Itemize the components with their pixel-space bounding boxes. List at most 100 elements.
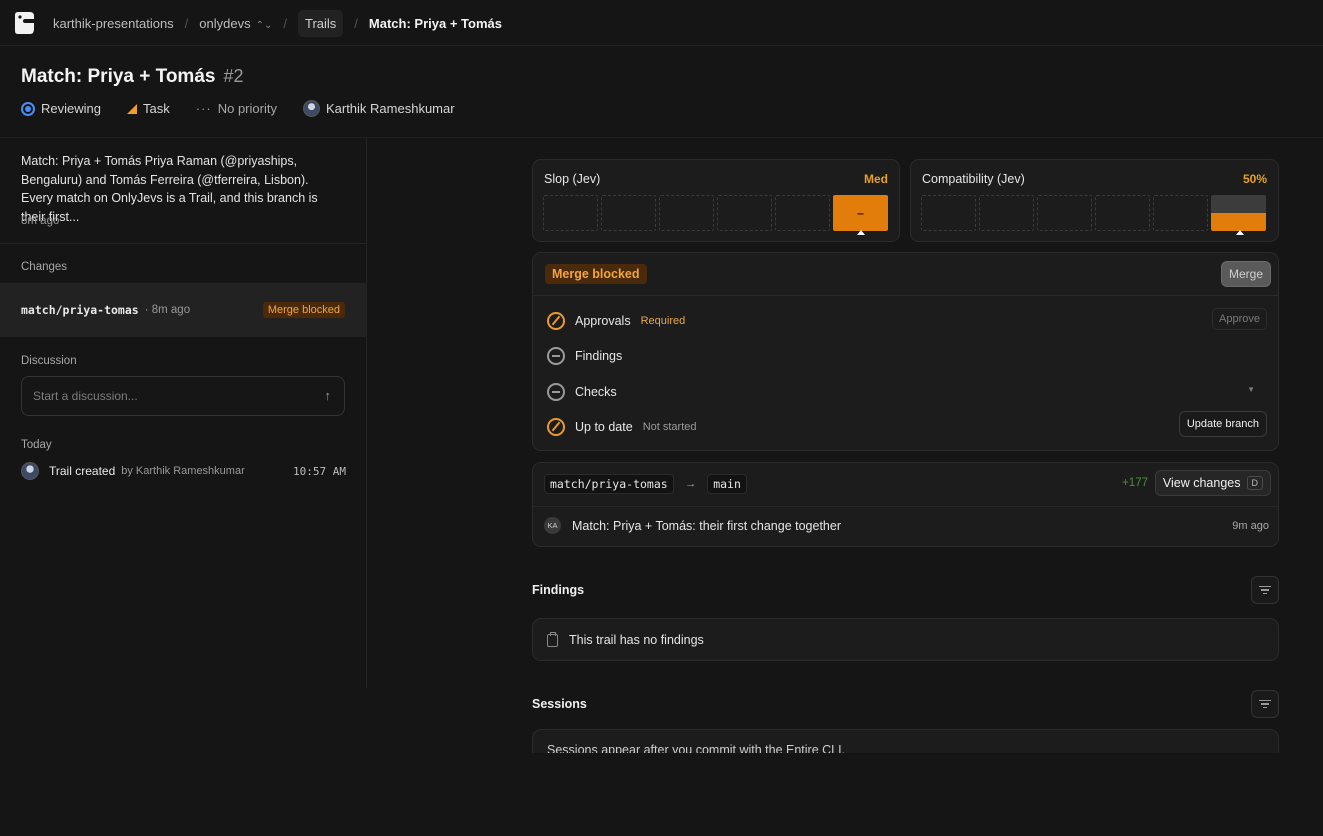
status-selector[interactable]: Reviewing xyxy=(21,101,101,116)
requirement-findings: Findings xyxy=(547,345,1267,367)
trail-description[interactable]: Match: Priya + Tomás Priya Raman (@priya… xyxy=(21,152,341,226)
merge-blocked-badge: Merge blocked xyxy=(545,264,647,284)
findings-title: Findings xyxy=(532,583,585,597)
trail-properties: Reviewing Task ··· No priority Karthik R… xyxy=(21,100,481,117)
commit-time: 9m ago xyxy=(1232,519,1269,532)
sessions-filter-icon[interactable] xyxy=(1251,690,1279,718)
view-changes-button[interactable]: View changes D xyxy=(1154,470,1271,496)
left-panel: Match: Priya + Tomás Priya Raman (@priya… xyxy=(0,138,367,688)
priority-selector[interactable]: ··· No priority xyxy=(196,101,277,116)
meter-segment xyxy=(1095,195,1150,231)
pending-icon xyxy=(547,418,565,436)
requirement-label: Approvals xyxy=(575,314,631,328)
meter-pointer-icon xyxy=(857,230,865,235)
requirement-up-to-date: Up to date Not started Update branch xyxy=(547,411,1267,438)
merge-blocked-badge: Merge blocked xyxy=(262,302,345,318)
changes-label: Changes xyxy=(21,261,68,273)
shortcut-key: D xyxy=(1246,476,1263,490)
findings-empty-state: This trail has no findings xyxy=(547,631,704,647)
breadcrumb-current: Match: Priya + Tomás xyxy=(368,15,502,31)
source-branch: match/priya-tomas xyxy=(544,474,674,494)
meter-segment xyxy=(1153,195,1208,231)
breadcrumb-trails[interactable]: Trails xyxy=(298,9,344,37)
meter-segment xyxy=(775,195,830,231)
type-label: Task xyxy=(142,101,170,116)
commit-message: Match: Priya + Tomás: their first change… xyxy=(572,518,841,533)
meter-segment xyxy=(979,195,1034,231)
priority-label: No priority xyxy=(217,101,277,116)
change-branch-name: match/priya-tomas xyxy=(21,303,139,317)
meter-segment xyxy=(1037,195,1092,231)
meter-segment xyxy=(717,195,772,231)
type-selector[interactable]: Task xyxy=(126,101,170,116)
caret-down-icon[interactable]: ▼ xyxy=(1247,385,1255,394)
requirement-checks[interactable]: Checks ▼ xyxy=(547,381,1267,403)
slop-meter-card: Slop (Jev) Med – xyxy=(532,159,900,242)
branch-card: match/priya-tomas → main +177 View chang… xyxy=(532,462,1279,547)
author-avatar: KA xyxy=(544,517,561,534)
requirement-approvals: Approvals Required Approve xyxy=(547,308,1267,332)
task-icon xyxy=(126,103,137,114)
clipboard-search-icon xyxy=(547,631,558,647)
sessions-empty-text: Sessions appear after you commit with th… xyxy=(547,743,846,753)
branch-comparison: match/priya-tomas → main xyxy=(544,474,747,494)
neutral-minus-icon xyxy=(547,383,565,401)
assignee-selector[interactable]: Karthik Rameshkumar xyxy=(302,100,455,117)
slop-meter-bar: – xyxy=(543,195,888,231)
reviewing-status-icon xyxy=(21,101,35,116)
breadcrumb-project[interactable]: onlydevs ⌃⌄ xyxy=(199,16,272,31)
meter-pointer-icon xyxy=(1236,230,1244,235)
page-header: Match: Priya + Tomás #2 xyxy=(21,66,244,88)
requirement-label: Checks xyxy=(575,385,617,399)
top-bar: karthik-presentations / onlydevs ⌃⌄ / Tra… xyxy=(0,0,1323,46)
user-avatar xyxy=(21,462,39,480)
assignee-name: Karthik Rameshkumar xyxy=(325,101,455,116)
meter-segment xyxy=(921,195,976,231)
arrow-right-icon: → xyxy=(684,478,697,490)
commit-row[interactable]: KA Match: Priya + Tomás: their first cha… xyxy=(544,517,1269,534)
change-item[interactable]: match/priya-tomas · 8m ago Merge blocked xyxy=(0,283,366,337)
send-arrow-up-icon[interactable]: ↑ xyxy=(325,388,332,403)
target-branch: main xyxy=(707,474,747,494)
timeline-title: Trail created xyxy=(49,464,116,478)
assignee-avatar xyxy=(302,100,320,117)
timeline-item: Trail created by Karthik Rameshkumar 10:… xyxy=(21,462,346,480)
sessions-title: Sessions xyxy=(532,697,587,711)
status-label: Reviewing xyxy=(41,101,101,116)
discussion-label: Discussion xyxy=(21,355,77,367)
breadcrumb-separator: / xyxy=(354,15,358,31)
requirement-label: Up to date xyxy=(575,420,633,434)
compatibility-meter-value: 50% xyxy=(1242,172,1267,186)
approve-button[interactable]: Approve xyxy=(1212,308,1267,330)
compatibility-meter-label: Compatibility (Jev) xyxy=(922,172,1025,186)
merge-button[interactable]: Merge xyxy=(1220,261,1271,287)
timeline-time: 10:57 AM xyxy=(293,464,346,478)
required-tag: Required xyxy=(640,315,686,327)
meter-segment-active: – xyxy=(833,195,888,231)
meter-segment xyxy=(543,195,598,231)
page-title: Match: Priya + Tomás xyxy=(21,66,216,87)
findings-filter-icon[interactable] xyxy=(1251,576,1279,604)
breadcrumb-project-label: onlydevs xyxy=(199,15,251,31)
not-started-tag: Not started xyxy=(642,421,697,433)
discussion-input[interactable]: Start a discussion... ↑ xyxy=(21,376,345,416)
slop-meter-value: Med xyxy=(864,172,888,186)
update-branch-button[interactable]: Update branch xyxy=(1178,411,1267,437)
divider xyxy=(0,243,366,244)
compatibility-meter-card: Compatibility (Jev) 50% xyxy=(910,159,1279,242)
breadcrumb-separator: / xyxy=(184,15,189,31)
breadcrumb-org[interactable]: karthik-presentations xyxy=(53,16,174,31)
slop-meter-label: Slop (Jev) xyxy=(544,172,601,186)
merge-status-card: Merge blocked Merge Approvals Required A… xyxy=(532,252,1279,451)
description-time: 8m ago xyxy=(21,215,60,227)
findings-empty-card: This trail has no findings xyxy=(532,618,1279,661)
meter-segment xyxy=(659,195,714,231)
findings-empty-text: This trail has no findings xyxy=(569,633,704,647)
today-label: Today xyxy=(21,439,52,451)
chevron-updown-icon: ⌃⌄ xyxy=(255,19,273,31)
breadcrumb: karthik-presentations / onlydevs ⌃⌄ / Tra… xyxy=(53,0,502,46)
app-logo-icon[interactable] xyxy=(11,10,37,36)
no-priority-icon: ··· xyxy=(195,101,212,116)
compatibility-meter-bar xyxy=(921,195,1266,231)
timeline-author: by Karthik Rameshkumar xyxy=(121,465,245,477)
